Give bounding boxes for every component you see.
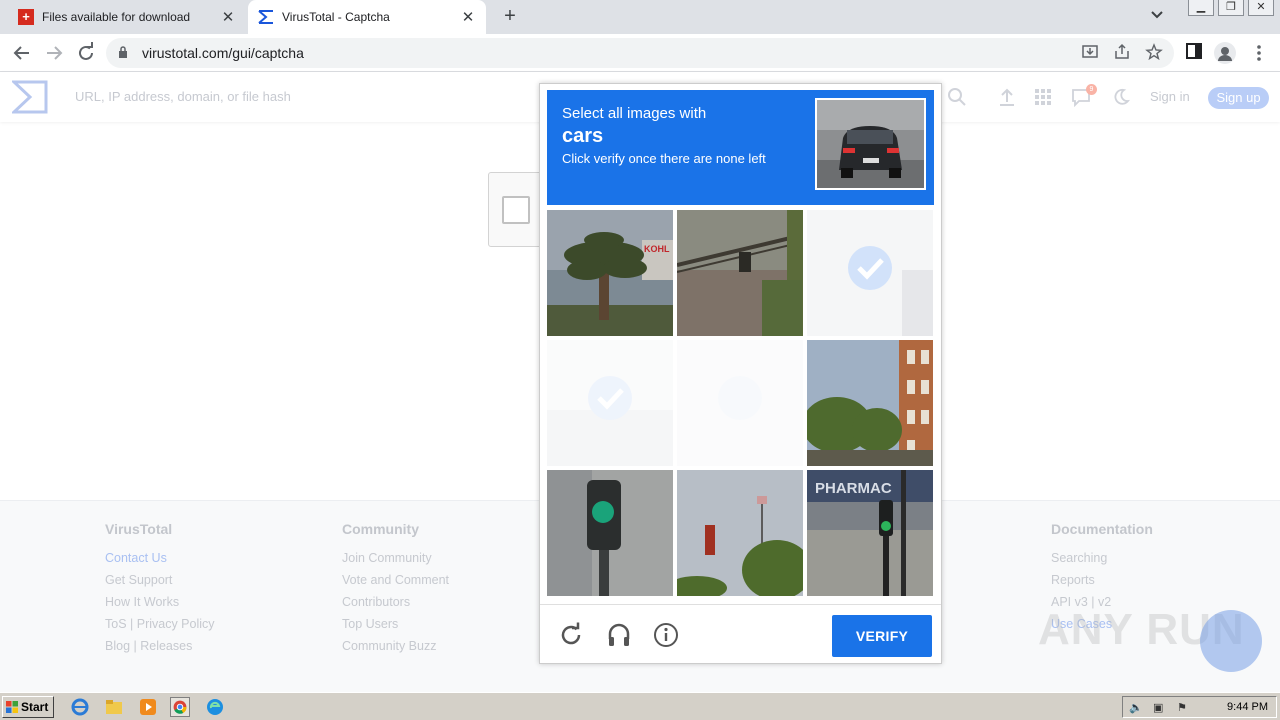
install-app-icon[interactable] — [1080, 43, 1100, 63]
windows-taskbar: Start 🔈 ▣ ⚑ 9:44 PM — [0, 692, 1280, 720]
close-tab-icon[interactable]: ✕ — [460, 8, 476, 26]
reload-icon[interactable] — [74, 41, 98, 65]
windows-flag-icon — [6, 701, 18, 713]
side-panel-icon[interactable] — [1183, 42, 1205, 64]
new-tab-button[interactable]: + — [498, 5, 522, 29]
target-object-text: cars — [562, 125, 604, 147]
url-text: virustotal.com/gui/captcha — [142, 45, 304, 61]
footer-column-community: Community Join Community Vote and Commen… — [342, 521, 449, 661]
footer-heading: VirusTotal — [105, 521, 173, 537]
action-center-flag-icon[interactable]: ⚑ — [1177, 701, 1191, 715]
sign-in-link[interactable]: Sign in — [1150, 89, 1190, 104]
footer-column-virustotal: VirusTotal Contact Us Get Support How It… — [105, 521, 215, 661]
recaptcha-anchor-card — [488, 172, 542, 247]
bookmark-star-icon[interactable] — [1144, 43, 1164, 63]
file-explorer-folder-icon[interactable] — [104, 697, 124, 717]
address-bar[interactable]: virustotal.com/gui/captcha — [106, 38, 1174, 68]
footer-link[interactable]: Community Buzz — [342, 639, 449, 661]
clock: 9:44 PM — [1227, 701, 1268, 713]
dark-mode-moon-icon[interactable] — [1110, 87, 1132, 109]
forward-arrow-icon[interactable] — [42, 41, 66, 65]
footer-link[interactable]: Blog | Releases — [105, 639, 215, 661]
captcha-image-grid: KOHL PHARMAC — [547, 210, 934, 597]
anyrun-logo-icon — [1200, 610, 1262, 672]
audio-challenge-headphones-icon[interactable] — [606, 622, 632, 648]
instruction-subtext: Click verify once there are none left — [562, 151, 766, 166]
footer-link[interactable]: Vote and Comment — [342, 573, 449, 595]
tab-title: VirusTotal - Captcha — [282, 10, 390, 24]
browser-toolbar: virustotal.com/gui/captcha — [0, 34, 1280, 72]
captcha-tile-selected[interactable] — [807, 210, 933, 336]
footer-link[interactable]: Top Users — [342, 617, 449, 639]
lock-icon — [119, 46, 127, 58]
tab-virustotal-captcha[interactable]: VirusTotal - Captcha ✕ — [248, 0, 486, 34]
back-arrow-icon[interactable] — [10, 41, 34, 65]
captcha-tile[interactable] — [547, 470, 673, 596]
footer-link[interactable]: Join Community — [342, 551, 449, 573]
pharmacy-sign-text: PHARMAC — [815, 480, 892, 497]
instruction-text: Select all images with — [562, 105, 707, 122]
virustotal-logo[interactable] — [12, 80, 48, 114]
tab-search-chevron-icon[interactable] — [1150, 8, 1164, 25]
footer-link[interactable]: How It Works — [105, 595, 215, 617]
sign-up-button[interactable]: Sign up — [1208, 87, 1269, 109]
chrome-taskbar-icon[interactable] — [170, 697, 190, 717]
search-icon[interactable] — [946, 87, 968, 109]
chrome-menu-icon[interactable] — [1248, 42, 1270, 64]
vt-search-input[interactable]: URL, IP address, domain, or file hash — [75, 89, 291, 104]
captcha-tile[interactable] — [677, 210, 803, 336]
swiss-flag-icon: + — [18, 9, 34, 25]
window-controls: ▁ ❐ ✕ — [1184, 0, 1274, 16]
recaptcha-checkbox[interactable] — [502, 196, 530, 224]
start-label: Start — [21, 700, 49, 714]
store-sign-text: KOHL — [644, 244, 670, 254]
tab-files-available[interactable]: + Files available for download ✕ — [8, 0, 246, 34]
browser-tab-strip: + Files available for download ✕ VirusTo… — [0, 0, 1280, 34]
captcha-instructions: Select all images with cars Click verify… — [547, 90, 934, 205]
captcha-tile-selected[interactable] — [677, 340, 803, 466]
footer-heading: Documentation — [1051, 521, 1153, 537]
tab-title: Files available for download — [42, 10, 191, 24]
footer-link[interactable]: Reports — [1051, 573, 1153, 595]
edge-browser-icon[interactable] — [205, 697, 225, 717]
profile-avatar-icon[interactable] — [1214, 42, 1236, 64]
internet-explorer-icon[interactable] — [70, 697, 90, 717]
footer-link[interactable]: ToS | Privacy Policy — [105, 617, 215, 639]
info-icon[interactable] — [653, 622, 679, 648]
captcha-tile[interactable]: PHARMAC — [807, 470, 933, 596]
footer-link[interactable]: Searching — [1051, 551, 1153, 573]
verify-button[interactable]: VERIFY — [832, 615, 932, 657]
captcha-tile[interactable]: KOHL — [547, 210, 673, 336]
captcha-tile-selected[interactable] — [547, 340, 673, 466]
media-player-icon[interactable] — [138, 697, 158, 717]
footer-link[interactable]: Contributors — [342, 595, 449, 617]
close-window-button[interactable]: ✕ — [1248, 0, 1274, 16]
share-icon[interactable] — [1112, 43, 1132, 63]
reload-challenge-icon[interactable] — [558, 622, 584, 648]
restore-button[interactable]: ❐ — [1218, 0, 1244, 16]
apps-grid-icon[interactable] — [1032, 87, 1054, 109]
captcha-challenge-dialog: Select all images with cars Click verify… — [539, 83, 942, 664]
system-tray: 🔈 ▣ ⚑ 9:44 PM — [1122, 696, 1277, 718]
close-tab-icon[interactable]: ✕ — [220, 8, 236, 26]
footer-link[interactable]: Get Support — [105, 573, 215, 595]
upload-icon[interactable] — [996, 87, 1018, 109]
footer-heading: Community — [342, 521, 419, 537]
notification-count-badge: 9 — [1086, 84, 1097, 95]
volume-icon[interactable]: 🔈 — [1129, 701, 1143, 715]
virustotal-icon — [258, 9, 274, 25]
minimize-button[interactable]: ▁ — [1188, 0, 1214, 16]
network-icon[interactable]: ▣ — [1153, 701, 1167, 715]
start-button[interactable]: Start — [2, 696, 54, 718]
example-car-image — [815, 98, 926, 190]
captcha-tile[interactable] — [677, 470, 803, 596]
captcha-tile[interactable] — [807, 340, 933, 466]
footer-link[interactable]: Contact Us — [105, 551, 215, 573]
captcha-footer: VERIFY — [540, 604, 941, 664]
